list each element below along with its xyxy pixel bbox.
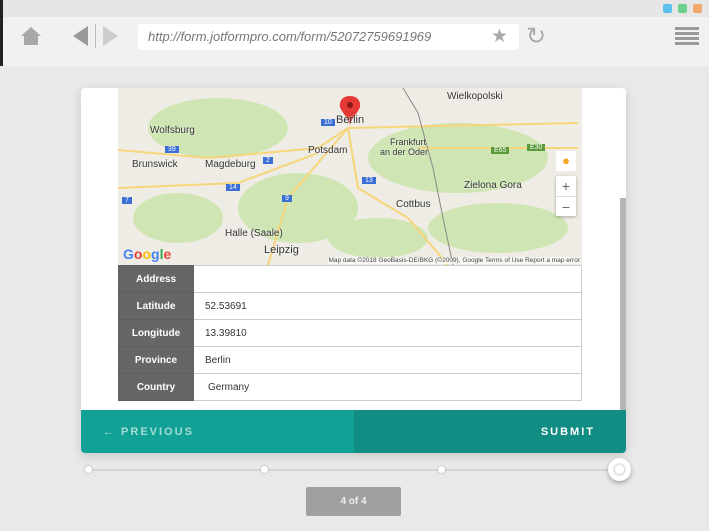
city-label: an der Oder (380, 147, 429, 157)
city-label: Leipzig (264, 244, 299, 256)
street-view-pegman-icon[interactable]: ● (556, 151, 576, 171)
url-text: http://form.jotformpro.com/form/52072759… (148, 29, 432, 44)
road-shield: E65 (491, 147, 510, 154)
form-footer: ← PREVIOUS SUBMIT (81, 410, 626, 453)
window-button-blue[interactable] (663, 4, 672, 13)
nav-divider (95, 24, 96, 48)
table-row: Latitude 52.53691 (118, 292, 582, 320)
road-shield: 2 (263, 157, 273, 164)
province-field[interactable]: Berlin (193, 346, 582, 374)
progress-step-2[interactable] (261, 466, 268, 473)
title-strip (3, 0, 709, 17)
map[interactable]: Berlin Wolfsburg Brunswick Magdeburg Pot… (118, 88, 582, 265)
city-label: Brunswick (132, 159, 178, 170)
road-shield: 14 (226, 184, 240, 191)
form-card: Berlin Wolfsburg Brunswick Magdeburg Pot… (81, 88, 626, 453)
window-button-green[interactable] (678, 4, 687, 13)
table-row: Longitude 13.39810 (118, 319, 582, 347)
city-label: Wielkopolski (447, 91, 503, 102)
map-attribution[interactable]: Map data ©2018 GeoBasis-DE/BKG (©2009), … (328, 257, 580, 264)
table-row: Province Berlin (118, 346, 582, 374)
table-row: Address (118, 265, 582, 293)
city-label: Cottbus (396, 199, 431, 210)
location-fields-table: Address Latitude 52.53691 Longitude 13.398… (118, 265, 582, 401)
field-label: Province (118, 346, 194, 374)
road-shield: 9 (282, 195, 292, 202)
city-label: Zielona Gora (464, 180, 522, 191)
address-bar[interactable]: http://form.jotformpro.com/form/52072759… (138, 24, 519, 50)
city-label: Potsdam (308, 145, 348, 156)
field-label: Latitude (118, 292, 194, 320)
zoom-out-button[interactable]: − (556, 196, 576, 216)
progress-step-4-current[interactable] (608, 458, 631, 481)
back-icon[interactable] (71, 25, 91, 47)
scrollbar[interactable] (620, 198, 626, 410)
road-shield: 13 (362, 177, 376, 184)
road-shield: E30 (527, 144, 546, 151)
submit-button[interactable]: SUBMIT (354, 410, 626, 453)
road-shield: 39 (165, 146, 179, 153)
menu-icon[interactable] (675, 27, 699, 47)
city-label: Frankfurt (390, 137, 427, 147)
page-indicator: 4 of 4 (306, 487, 401, 516)
table-row: Country Germany (118, 373, 582, 401)
map-zoom-controls: + − (556, 176, 576, 216)
window-button-orange[interactable] (693, 4, 702, 13)
field-label: Country (118, 373, 194, 401)
forward-icon[interactable] (101, 25, 121, 47)
city-label: Halle (Saale) (225, 228, 283, 239)
road-shield: 7 (122, 197, 132, 204)
reload-icon[interactable]: ↻ (526, 22, 546, 51)
home-icon[interactable] (20, 26, 42, 46)
country-field[interactable]: Germany (193, 373, 582, 401)
progress-step-1[interactable] (85, 466, 92, 473)
google-logo: Google (123, 246, 172, 262)
zoom-in-button[interactable]: + (556, 176, 576, 196)
address-field[interactable] (193, 265, 582, 293)
field-label: Address (118, 265, 194, 293)
field-label: Longitude (118, 319, 194, 347)
browser-toolbar: http://form.jotformpro.com/form/52072759… (0, 0, 709, 66)
city-label: Magdeburg (205, 159, 256, 170)
progress-step-3[interactable] (438, 466, 445, 473)
progress-track (88, 469, 620, 471)
latitude-field[interactable]: 52.53691 (193, 292, 582, 320)
road-shield: 10 (321, 119, 335, 126)
city-label: Berlin (336, 114, 365, 126)
longitude-field[interactable]: 13.39810 (193, 319, 582, 347)
city-label: Wolfsburg (150, 125, 195, 136)
star-icon[interactable]: ★ (491, 25, 508, 48)
previous-button[interactable]: ← PREVIOUS (81, 410, 354, 453)
